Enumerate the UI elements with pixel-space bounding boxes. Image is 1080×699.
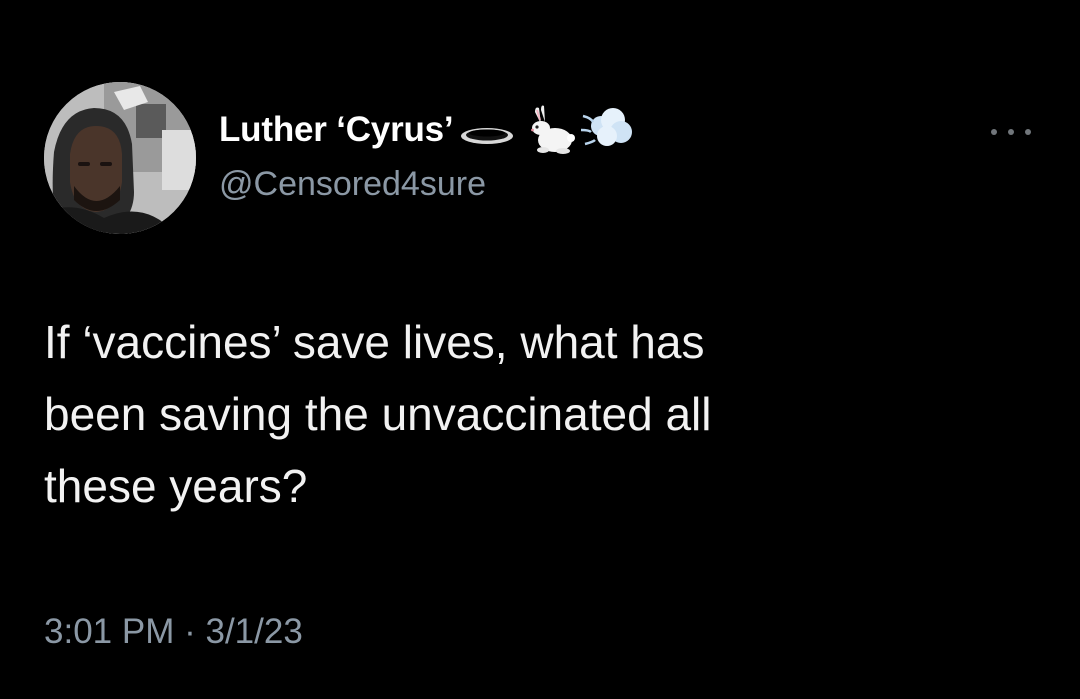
tweet-timestamp[interactable]: 3:01 PM · 3/1/23 xyxy=(44,612,303,652)
dash-emoji xyxy=(581,104,637,156)
more-horizontal-icon xyxy=(991,129,997,135)
avatar-photo xyxy=(44,82,196,234)
more-dot xyxy=(1025,129,1031,135)
avatar[interactable] xyxy=(44,82,196,234)
rabbit-emoji xyxy=(517,104,577,156)
more-dot xyxy=(1008,129,1014,135)
tweet-card: Luther ‘Cyrus’ @Censored4sure If ‘vaccin… xyxy=(0,0,1080,699)
timestamp-separator: · xyxy=(184,612,196,651)
author-display-name[interactable]: Luther ‘Cyrus’ xyxy=(219,110,454,150)
tweet-time: 3:01 PM xyxy=(44,612,175,651)
hole-emoji xyxy=(457,110,514,150)
author-handle[interactable]: @Censored4sure xyxy=(219,165,486,204)
more-options-button[interactable] xyxy=(991,118,1031,146)
tweet-date: 3/1/23 xyxy=(205,612,303,651)
author-name-row[interactable]: Luther ‘Cyrus’ xyxy=(219,104,637,156)
tweet-text: If ‘vaccines’ save lives, what has been … xyxy=(44,316,712,512)
